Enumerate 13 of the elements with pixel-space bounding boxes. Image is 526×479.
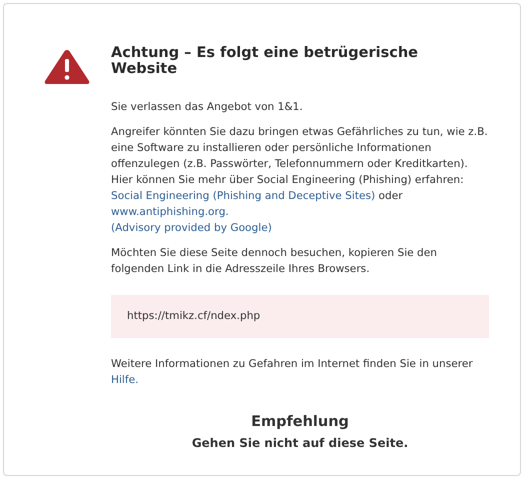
- paragraph: Angreifer könnten Sie dazu bringen etwas Gefährliches zu tun, wie z.B. eine Software zu installieren oder persönliche Informationen offenzulegen (z.B. Passwörter, Telefonnummern oder Kreditkarten). Hier können Sie mehr über Social Engineering (Phishing) erfahren: Social Engineering (Phishing and Deceptive Sites) oder www.antiphishing.org. (Advisory provided by Google): [111, 125, 489, 236]
- warning-title: Achtung – Es folgt eine betrügerische Website: [111, 45, 419, 77]
- paragraph: Weitere Informationen zu Gefahren im Internet finden Sie in unserer Hilfe.: [111, 357, 474, 388]
- link[interactable]: Hilfe.: [111, 374, 138, 386]
- link[interactable]: Social Engineering (Phishing and Deceptive Sites): [111, 190, 376, 202]
- url-box: https://tmikz.cf/ndex.php: [111, 295, 489, 338]
- recommendation-text: Gehen Sie nicht auf diese Seite.: [190, 436, 410, 450]
- paragraph: Sie verlassen das Angebot von 1&1.: [111, 100, 304, 115]
- link[interactable]: (Advisory provided by Google): [111, 222, 272, 234]
- recommendation-heading: Empfehlung: [250, 414, 350, 430]
- paragraph: Möchten Sie diese Seite dennoch besuchen, kopieren Sie den folgenden Link in die Adresszeile Ihres Browsers.: [111, 246, 438, 277]
- warning-icon: [43, 48, 91, 86]
- link[interactable]: www.antiphishing.org.: [111, 206, 229, 218]
